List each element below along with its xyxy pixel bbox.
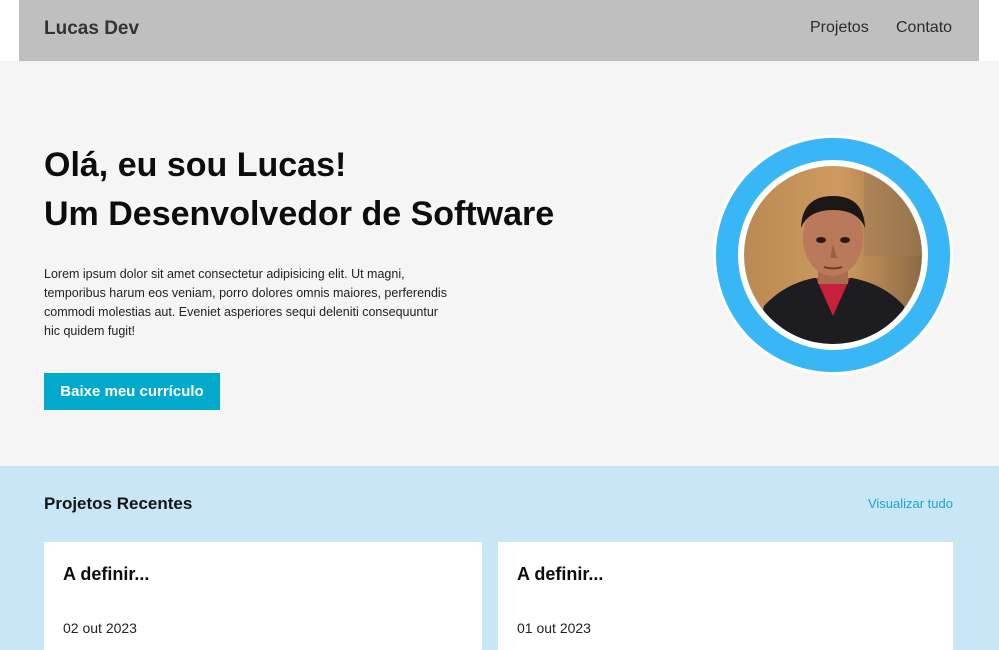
hero-title-line-2: Um Desenvolvedor de Software xyxy=(44,195,555,233)
nav-link-projetos[interactable]: Projetos xyxy=(810,19,869,37)
brand-logo[interactable]: Lucas Dev xyxy=(44,18,139,40)
project-card[interactable]: A definir... 01 out 2023 xyxy=(498,542,953,650)
avatar-ring xyxy=(716,138,950,372)
profile-photo-icon xyxy=(744,166,922,344)
navbar: Lucas Dev Projetos Contato xyxy=(19,0,979,61)
project-card[interactable]: A definir... 02 out 2023 xyxy=(44,542,482,650)
hero-description: Lorem ipsum dolor sit amet consectetur a… xyxy=(44,267,447,338)
nav-link-contato[interactable]: Contato xyxy=(896,19,952,37)
section-title: Projetos Recentes xyxy=(44,494,193,513)
project-card-title: A definir... xyxy=(63,564,150,584)
project-card-date: 01 out 2023 xyxy=(517,620,591,636)
recent-projects-section: Projetos Recentes Visualizar tudo A defi… xyxy=(0,466,999,650)
project-card-date: 02 out 2023 xyxy=(63,620,137,636)
avatar xyxy=(744,166,922,344)
hero-section: Olá, eu sou Lucas! Um Desenvolvedor de S… xyxy=(0,61,999,466)
project-card-title: A definir... xyxy=(517,564,604,584)
hero-title-line-1: Olá, eu sou Lucas! xyxy=(44,146,347,184)
hero-title: Olá, eu sou Lucas! Um Desenvolvedor de S… xyxy=(44,141,554,239)
download-cv-button[interactable]: Baixe meu currículo xyxy=(44,373,220,410)
avatar-frame xyxy=(738,160,928,350)
view-all-link[interactable]: Visualizar tudo xyxy=(868,496,953,511)
